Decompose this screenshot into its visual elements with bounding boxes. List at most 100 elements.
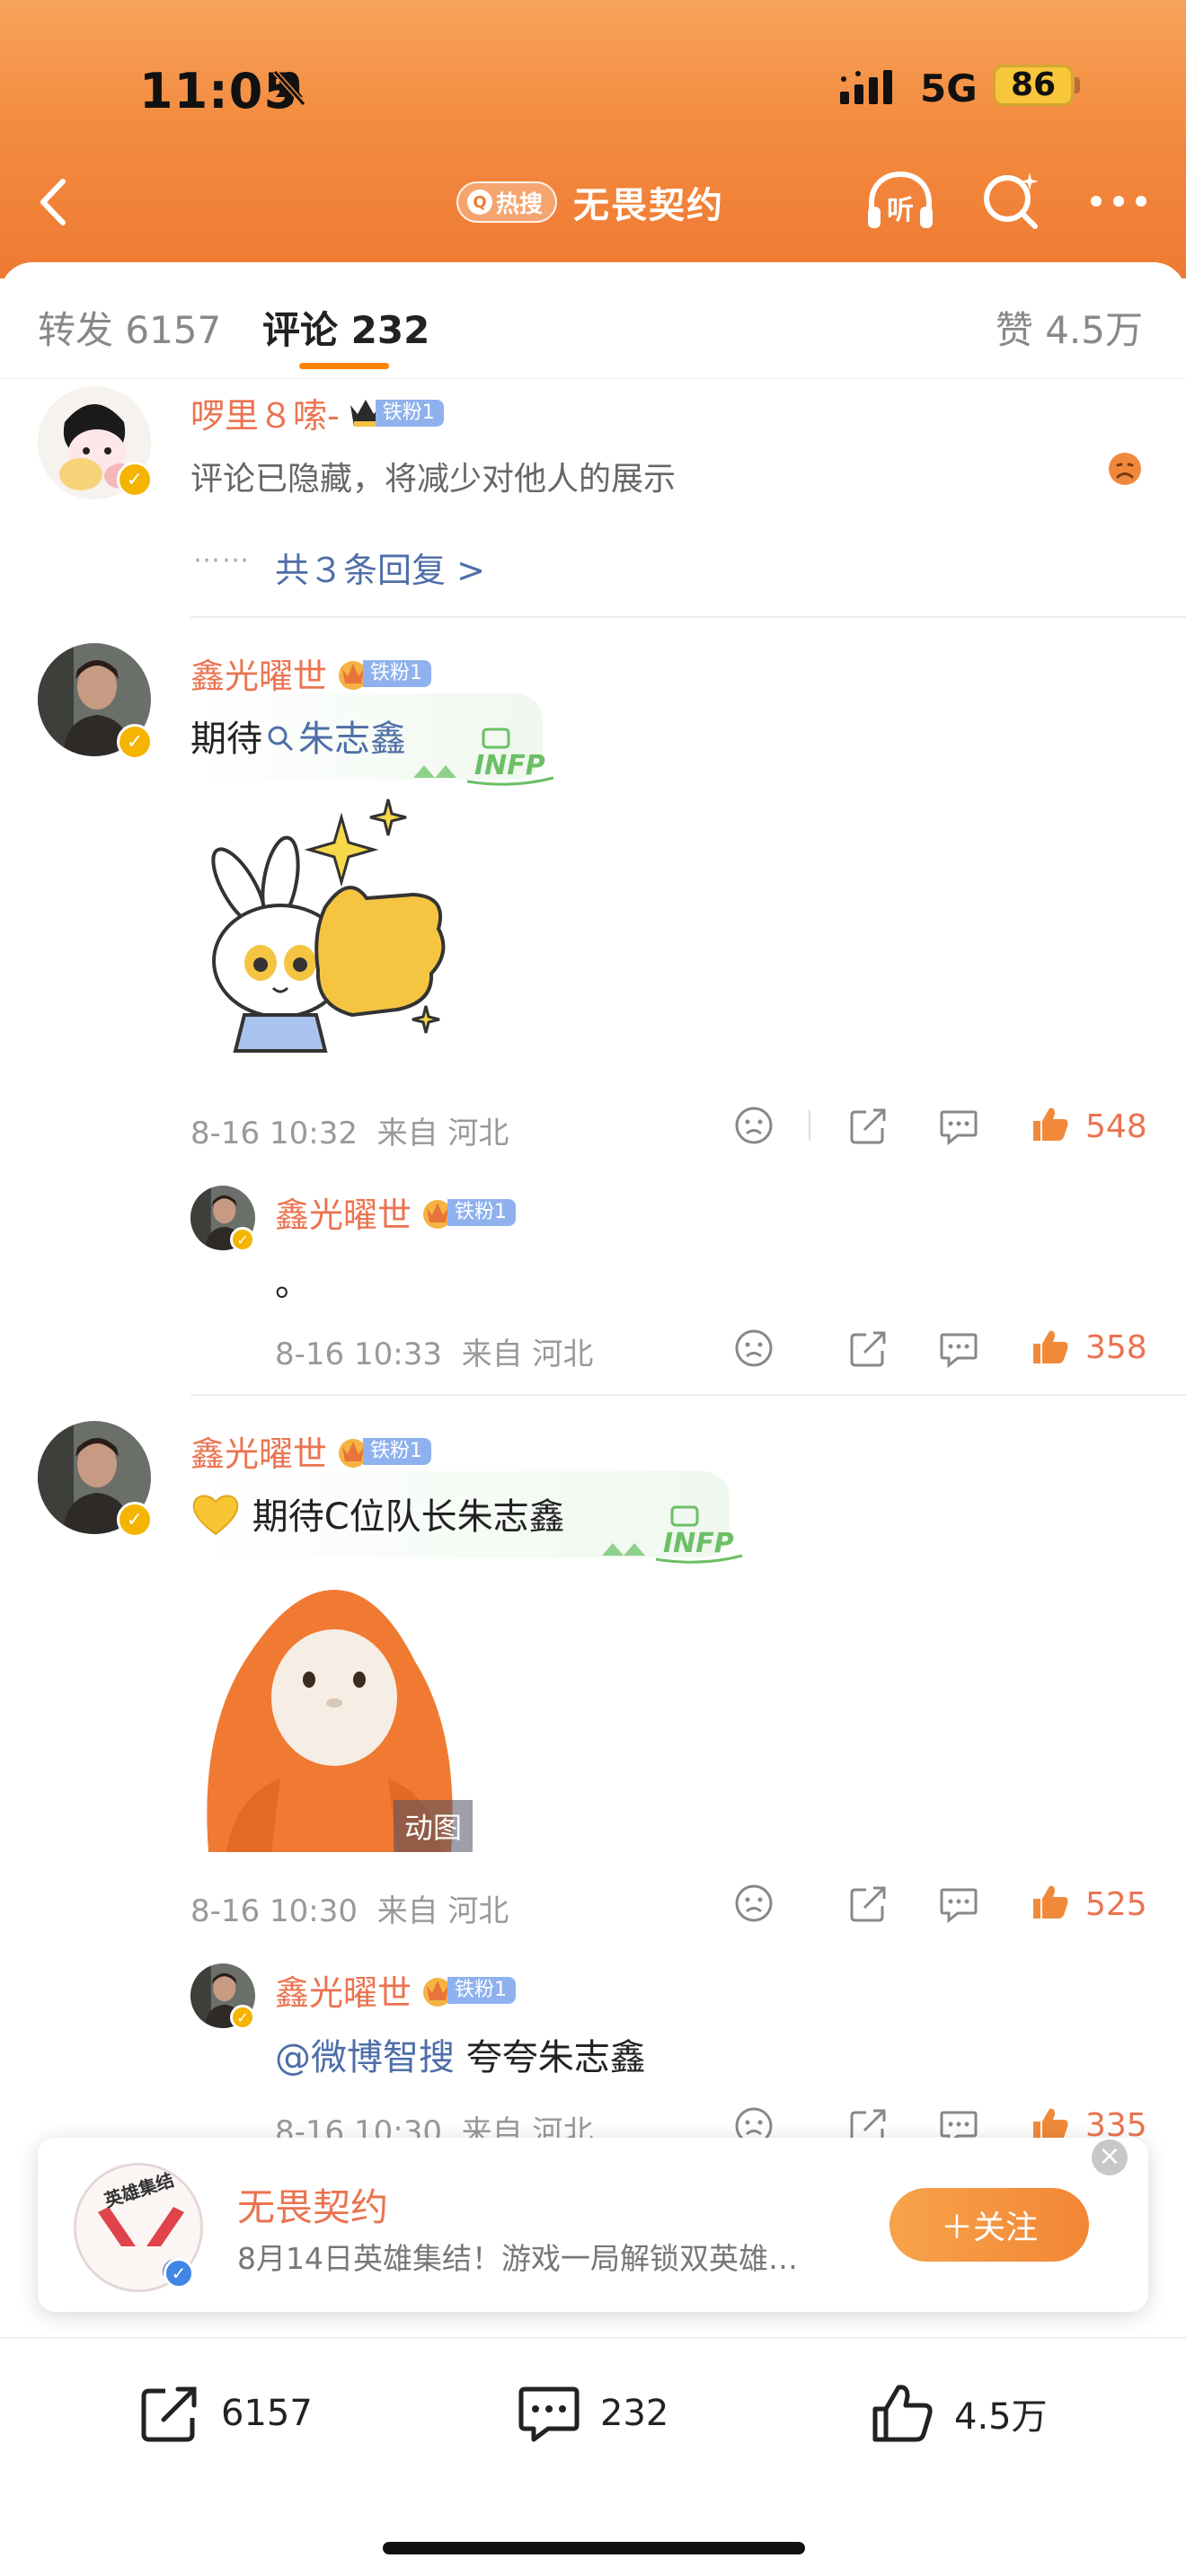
comment-divider <box>190 1394 1186 1396</box>
like-thumb-icon[interactable] <box>1030 1326 1071 1367</box>
verified-blue-badge-icon: ✓ <box>164 2258 194 2289</box>
comment-bubble-icon <box>518 2386 580 2442</box>
fan-level-badge: 铁粉1 <box>347 398 444 428</box>
network-type: 5G <box>920 66 978 110</box>
home-indicator[interactable] <box>383 2542 805 2554</box>
topic-link[interactable]: 朱志鑫 <box>262 719 406 760</box>
infp-text: INFP <box>474 750 545 781</box>
username-text: 鑫光曜世 <box>275 1195 412 1235</box>
like-thumb-outline-icon <box>872 2385 933 2442</box>
bottom-repost-button[interactable]: 6157 <box>137 2380 313 2447</box>
reply-text: @微博智搜 夸夸朱志鑫 <box>275 2028 646 2080</box>
fan-level-text: 铁粉1 <box>363 659 432 687</box>
comment-text: 期待C位队长朱志鑫 <box>190 1487 565 1539</box>
action-divider <box>809 1110 810 1141</box>
username-text: 鑫光曜世 <box>275 1973 412 2013</box>
tab-repost[interactable]: 转发 6157 <box>38 300 221 355</box>
battery-tip <box>1075 77 1080 93</box>
verified-badge-icon: ✓ <box>117 1502 153 1538</box>
fan-level-badge: 铁粉1 <box>419 1975 517 2007</box>
rabbit-thumbs-up-sticker[interactable] <box>190 790 460 1069</box>
like-thumb-icon[interactable] <box>1030 1103 1071 1144</box>
share-icon[interactable] <box>848 1883 890 1924</box>
infp-text: INFP <box>663 1528 734 1559</box>
verified-badge-icon: ✓ <box>230 1227 255 1252</box>
comment-username[interactable]: 鑫光曜世 铁粉1 <box>190 1426 432 1476</box>
hidden-comment-text: 评论已隐藏，将减少对他人的展示 <box>190 461 677 498</box>
signal-icon <box>840 70 892 104</box>
share-icon <box>141 2386 197 2442</box>
infp-decoration-icon: INFP <box>602 1505 743 1564</box>
reply-meta: 8-16 10:33 来自 河北 <box>275 1329 593 1373</box>
fan-level-text: 铁粉1 <box>447 1198 517 1226</box>
headphones-listen-icon[interactable]: 听 <box>863 169 938 234</box>
comment-time: 8-16 10:30 <box>190 1893 358 1929</box>
battery-indicator: 86 <box>993 65 1074 106</box>
view-replies-link[interactable]: 共３条回复 > <box>275 543 485 592</box>
promo-close-button[interactable]: × <box>1092 2139 1128 2175</box>
dislike-face-icon[interactable] <box>733 1883 774 1924</box>
fan-level-badge: 铁粉1 <box>334 1436 432 1468</box>
topic-text: 朱志鑫 <box>298 719 406 760</box>
comment-source: 来自 河北 <box>376 1116 509 1151</box>
fan-level-badge: 铁粉1 <box>334 658 432 690</box>
like-count: 358 <box>1085 1329 1147 1366</box>
tab-likes[interactable]: 赞 4.5万 <box>996 300 1143 355</box>
comment-meta: 8-16 10:30 来自 河北 <box>190 1886 509 1930</box>
reply-comment-icon[interactable] <box>938 1105 979 1146</box>
share-icon[interactable] <box>848 1105 890 1146</box>
comment-meta: 8-16 10:32 来自 河北 <box>190 1108 509 1152</box>
bottom-comment-button[interactable]: 232 <box>516 2380 668 2447</box>
dislike-face-icon[interactable] <box>733 1328 774 1369</box>
gif-label: 动图 <box>394 1800 474 1852</box>
yellow-heart-icon <box>192 1495 239 1536</box>
username-text: 鑫光曜世 <box>190 1434 328 1474</box>
reply-comment-icon[interactable] <box>938 1328 979 1369</box>
reply-text: 。 <box>275 1263 311 1304</box>
fan-level-text: 铁粉1 <box>447 1976 517 2004</box>
reply-time: 8-16 10:33 <box>275 1337 442 1372</box>
fan-level-text: 铁粉1 <box>375 399 444 427</box>
comment-source: 来自 河北 <box>376 1893 509 1929</box>
bottom-comment-count: 232 <box>600 2393 669 2434</box>
like-count: 525 <box>1085 1886 1147 1923</box>
comment-time: 8-16 10:32 <box>190 1116 358 1151</box>
search-icon[interactable] <box>979 169 1042 232</box>
reply-username[interactable]: 鑫光曜世 铁粉1 <box>275 1187 517 1237</box>
account-promo-card[interactable]: 英雄集结 ✓ 无畏契约 8月14日英雄集结！游戏一局解锁双英雄… ＋关注 <box>38 2138 1148 2312</box>
sad-face-icon[interactable] <box>1107 451 1143 487</box>
infp-decoration-icon: INFP <box>413 728 554 786</box>
comment-username[interactable]: 鑫光曜世 铁粉1 <box>190 648 432 698</box>
hot-search-badge: Q 热搜 <box>456 181 558 223</box>
reply-comment-icon[interactable] <box>938 1883 979 1924</box>
fan-level-badge: 铁粉1 <box>419 1197 517 1229</box>
bottom-like-button[interactable]: 4.5万 <box>870 2380 1048 2447</box>
tab-comments[interactable]: 评论 232 <box>262 300 429 355</box>
reply-username[interactable]: 鑫光曜世 铁粉1 <box>275 1965 517 2015</box>
bottom-action-bar: 6157 232 4.5万 <box>0 2337 1186 2576</box>
reply-source: 来自 河北 <box>461 1337 594 1372</box>
comment-text-prefix: 期待 <box>190 719 262 760</box>
mention-link[interactable]: @微博智搜 <box>275 2037 455 2078</box>
hot-badge-label: 热搜 <box>496 190 544 218</box>
svg-text:听: 听 <box>887 195 914 226</box>
like-count: 548 <box>1085 1108 1147 1145</box>
reply-dots: ⋯⋯ <box>193 544 251 576</box>
active-tab-indicator <box>299 363 389 369</box>
username-text: 啰里８嗦- <box>190 396 340 436</box>
comment-text-body: 期待C位队长朱志鑫 <box>252 1496 565 1538</box>
comment-text: 期待 朱志鑫 <box>190 710 406 762</box>
tab-bar: 转发 6157 评论 232 赞 4.5万 <box>0 262 1186 379</box>
promo-account-name[interactable]: 无畏契约 <box>237 2177 388 2232</box>
dislike-face-icon[interactable] <box>733 1105 774 1146</box>
more-options-icon[interactable] <box>1087 190 1150 212</box>
header-title-group[interactable]: Q 热搜 无畏契约 <box>456 171 724 234</box>
search-small-icon: Q <box>467 190 492 215</box>
fan-level-text: 铁粉1 <box>363 1437 432 1465</box>
follow-button[interactable]: ＋关注 <box>890 2188 1089 2262</box>
comment-username[interactable]: 啰里８嗦- 铁粉1 <box>190 388 444 437</box>
like-thumb-icon[interactable] <box>1030 1881 1071 1922</box>
bottom-like-count: 4.5万 <box>954 2396 1048 2438</box>
share-icon[interactable] <box>848 1328 890 1369</box>
back-arrow-icon[interactable] <box>25 171 79 234</box>
